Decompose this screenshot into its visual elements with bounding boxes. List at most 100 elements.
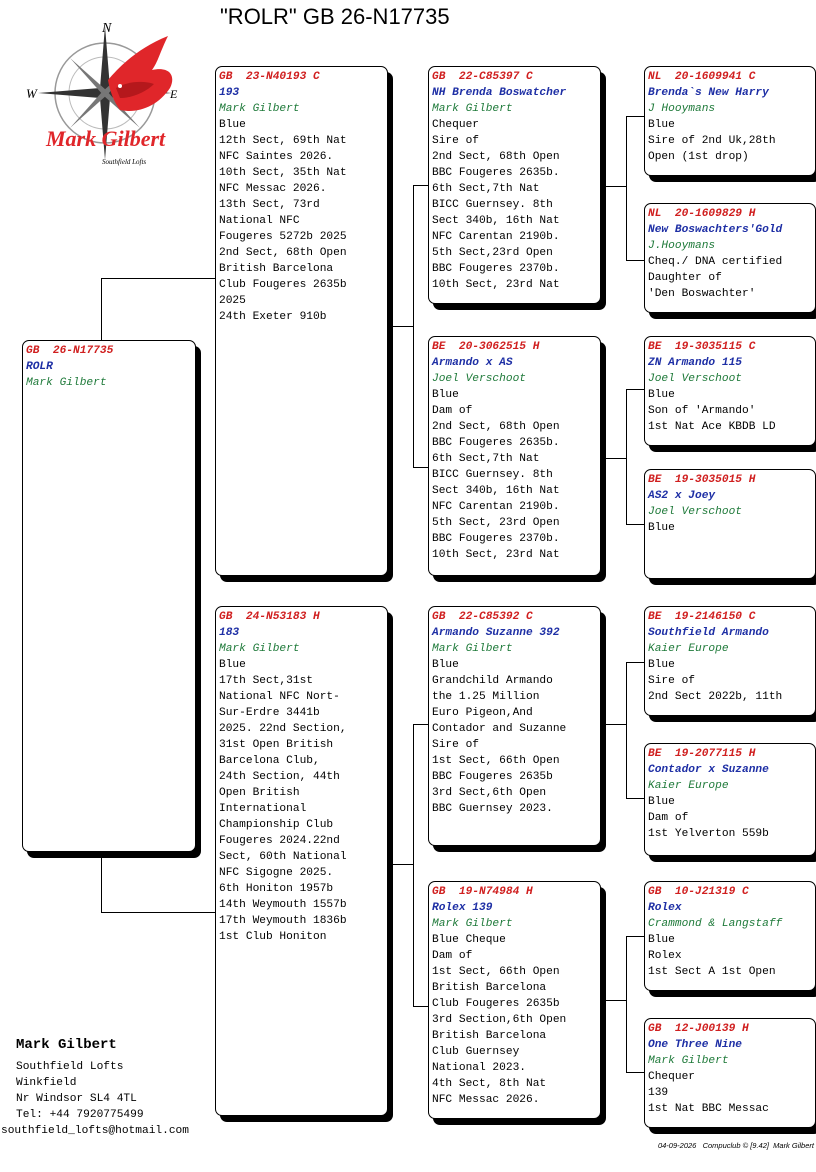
- owner-address-line: Nr Windsor SL4 4TL: [16, 1093, 137, 1105]
- pigeon-card-ssd[interactable]: NL 20-1609829 H New Boswachters'Gold J.Hoo…: [644, 203, 816, 313]
- performance-line: Cheq./ DNA certified: [648, 256, 783, 268]
- connector-sd-vertical: [626, 389, 627, 524]
- connector-sd-bottom: [626, 524, 644, 525]
- connector-dam-top: [413, 724, 429, 725]
- performance-line: Chequer: [648, 1071, 695, 1083]
- pigeon-card-subject[interactable]: GB 26-N17735 ROLR Mark Gilbert: [22, 340, 196, 852]
- owner-address-line: Southfield Lofts: [16, 1061, 124, 1073]
- breeder-name: Joel Verschoot: [648, 506, 742, 518]
- pigeon-name: 183: [219, 627, 240, 639]
- performance-line: NFC Sigogne 2025.: [219, 867, 334, 879]
- performance-line: 2nd Sect, 68th Open: [219, 247, 347, 259]
- performance-line: Fougeres 2024.22nd: [219, 835, 340, 847]
- ring-number: GB 26-N17735: [26, 345, 114, 357]
- pigeon-card-sss[interactable]: NL 20-1609941 C Brenda`s New Harry J Hooym…: [644, 66, 816, 176]
- pigeon-name: Rolex 139: [432, 902, 493, 914]
- performance-line: NFC Messac 2026.: [219, 183, 327, 195]
- performance-line: Blue: [219, 119, 246, 131]
- performance-line: Championship Club: [219, 819, 334, 831]
- performance-line: Sire of: [432, 739, 479, 751]
- owner-email-link[interactable]: southfield_lofts@hotmail.com: [1, 1125, 189, 1137]
- pigeon-icon: [108, 36, 173, 112]
- performance-line: Blue Cheque: [432, 934, 506, 946]
- ring-number: BE 19-3035015 H: [648, 474, 756, 486]
- breeder-name: Kaier Europe: [648, 643, 729, 655]
- pigeon-card-sire-dam[interactable]: BE 20-3062515 H Armando x AS Joel Verschoo…: [428, 336, 601, 576]
- performance-line: British Barcelona: [432, 1030, 547, 1042]
- connector-sire-stub: [389, 326, 413, 327]
- performance-line: 2nd Sect, 68th Open: [432, 151, 560, 163]
- connector-ss-vertical: [626, 116, 627, 260]
- performance-line: Sur-Erdre 3441b: [219, 707, 320, 719]
- loft-logo: N W E Mark Gilbert Southfield Lofts: [26, 21, 178, 166]
- pigeon-card-ddd[interactable]: GB 12-J00139 H One Three Nine Mark Gilbert…: [644, 1018, 816, 1128]
- pigeon-name: AS2 x Joey: [648, 490, 716, 502]
- performance-line: 12th Sect, 69th Nat: [219, 135, 347, 147]
- connector-dam-bottom: [413, 1006, 429, 1007]
- breeder-name: J Hooymans: [648, 103, 716, 115]
- performance-line: Barcelona Club,: [219, 755, 320, 767]
- pigeon-card-dds[interactable]: GB 10-J21319 C Rolex Crammond & Langstaff B…: [644, 881, 816, 991]
- ring-number: GB 10-J21319 C: [648, 886, 749, 898]
- performance-line: Blue: [648, 659, 675, 671]
- ring-number: BE 19-2146150 C: [648, 611, 756, 623]
- performance-line: BICC Guernsey. 8th: [432, 199, 553, 211]
- performance-line: International: [219, 803, 307, 815]
- connector-dd-top: [626, 936, 644, 937]
- ring-number: GB 22-C85392 C: [432, 611, 533, 623]
- performance-line: 3rd Section,6th Open: [432, 1014, 567, 1026]
- performance-line: BBC Fougeres 2635b: [432, 771, 553, 783]
- performance-line: 2025: [219, 295, 246, 307]
- performance-line: 31st Open British: [219, 739, 334, 751]
- breeder-name: Mark Gilbert: [432, 103, 513, 115]
- performance-line: NFC Carentan 2190b.: [432, 501, 560, 513]
- pigeon-card-dam[interactable]: GB 24-N53183 H 183 Mark Gilbert Blue 17th Se…: [215, 606, 388, 1116]
- performance-line: 2nd Sect, 68th Open: [432, 421, 560, 433]
- connector-sd-top: [626, 389, 644, 390]
- connector-subject-sire: [101, 278, 216, 279]
- performance-line: Son of 'Armando': [648, 405, 756, 417]
- svg-text:Southfield Lofts: Southfield Lofts: [102, 158, 146, 166]
- performance-line: Chequer: [432, 119, 479, 131]
- pigeon-card-dsd[interactable]: BE 19-2077115 H Contador x Suzanne Kaier E…: [644, 743, 816, 856]
- performance-line: 10th Sect, 35th Nat: [219, 167, 347, 179]
- pigeon-card-dss[interactable]: BE 19-2146150 C Southfield Armando Kaier E…: [644, 606, 816, 716]
- performance-line: Blue: [648, 934, 675, 946]
- performance-line: Open British: [219, 787, 300, 799]
- performance-line: Blue: [648, 389, 675, 401]
- ring-number: GB 24-N53183 H: [219, 611, 320, 623]
- performance-line: 14th Weymouth 1557b: [219, 899, 347, 911]
- performance-line: Blue: [219, 659, 246, 671]
- performance-line: British Barcelona: [219, 263, 334, 275]
- ring-number: BE 19-3035115 C: [648, 341, 756, 353]
- pigeon-card-dam-sire[interactable]: GB 22-C85392 C Armando Suzanne 392 Mark Gi…: [428, 606, 601, 846]
- connector-sd-stub: [602, 458, 626, 459]
- performance-line: National NFC: [219, 215, 300, 227]
- pigeon-card-sdd[interactable]: BE 19-3035015 H AS2 x Joey Joel Verschoot B…: [644, 469, 816, 579]
- connector-ss-stub: [602, 186, 626, 187]
- pigeon-card-dam-dam[interactable]: GB 19-N74984 H Rolex 139 Mark Gilbert Blue …: [428, 881, 601, 1119]
- breeder-name: Mark Gilbert: [219, 103, 300, 115]
- pigeon-card-sire[interactable]: GB 23-N40193 C 193 Mark Gilbert Blue 12th Se…: [215, 66, 388, 576]
- breeder-name: J.Hooymans: [648, 240, 716, 252]
- connector-sire-vertical: [413, 185, 414, 467]
- performance-line: 2nd Sect 2022b, 11th: [648, 691, 783, 703]
- performance-line: Sire of 2nd Uk,28th: [648, 135, 776, 147]
- pigeon-card-sire-sire[interactable]: GB 22-C85397 C NH Brenda Boswatcher Mark G…: [428, 66, 601, 304]
- breeder-name: Joel Verschoot: [432, 373, 526, 385]
- performance-line: 'Den Boswachter': [648, 288, 756, 300]
- performance-line: BBC Guernsey 2023.: [432, 803, 553, 815]
- performance-line: NFC Messac 2026.: [432, 1094, 540, 1106]
- performance-line: 6th Sect,7th Nat: [432, 453, 540, 465]
- pigeon-card-sds[interactable]: BE 19-3035115 C ZN Armando 115 Joel Versch…: [644, 336, 816, 446]
- connector-ds-vertical: [626, 662, 627, 798]
- svg-text:W: W: [26, 86, 38, 101]
- svg-text:Mark Gilbert: Mark Gilbert: [45, 126, 166, 151]
- pigeon-name: ZN Armando 115: [648, 357, 742, 369]
- ring-number: GB 19-N74984 H: [432, 886, 533, 898]
- pigeon-name: Contador x Suzanne: [648, 764, 769, 776]
- owner-phone: Tel: +44 7920775499: [16, 1109, 144, 1121]
- performance-line: 2025. 22nd Section,: [219, 723, 347, 735]
- connector-subject-dam: [101, 912, 216, 913]
- pigeon-name: NH Brenda Boswatcher: [432, 87, 567, 99]
